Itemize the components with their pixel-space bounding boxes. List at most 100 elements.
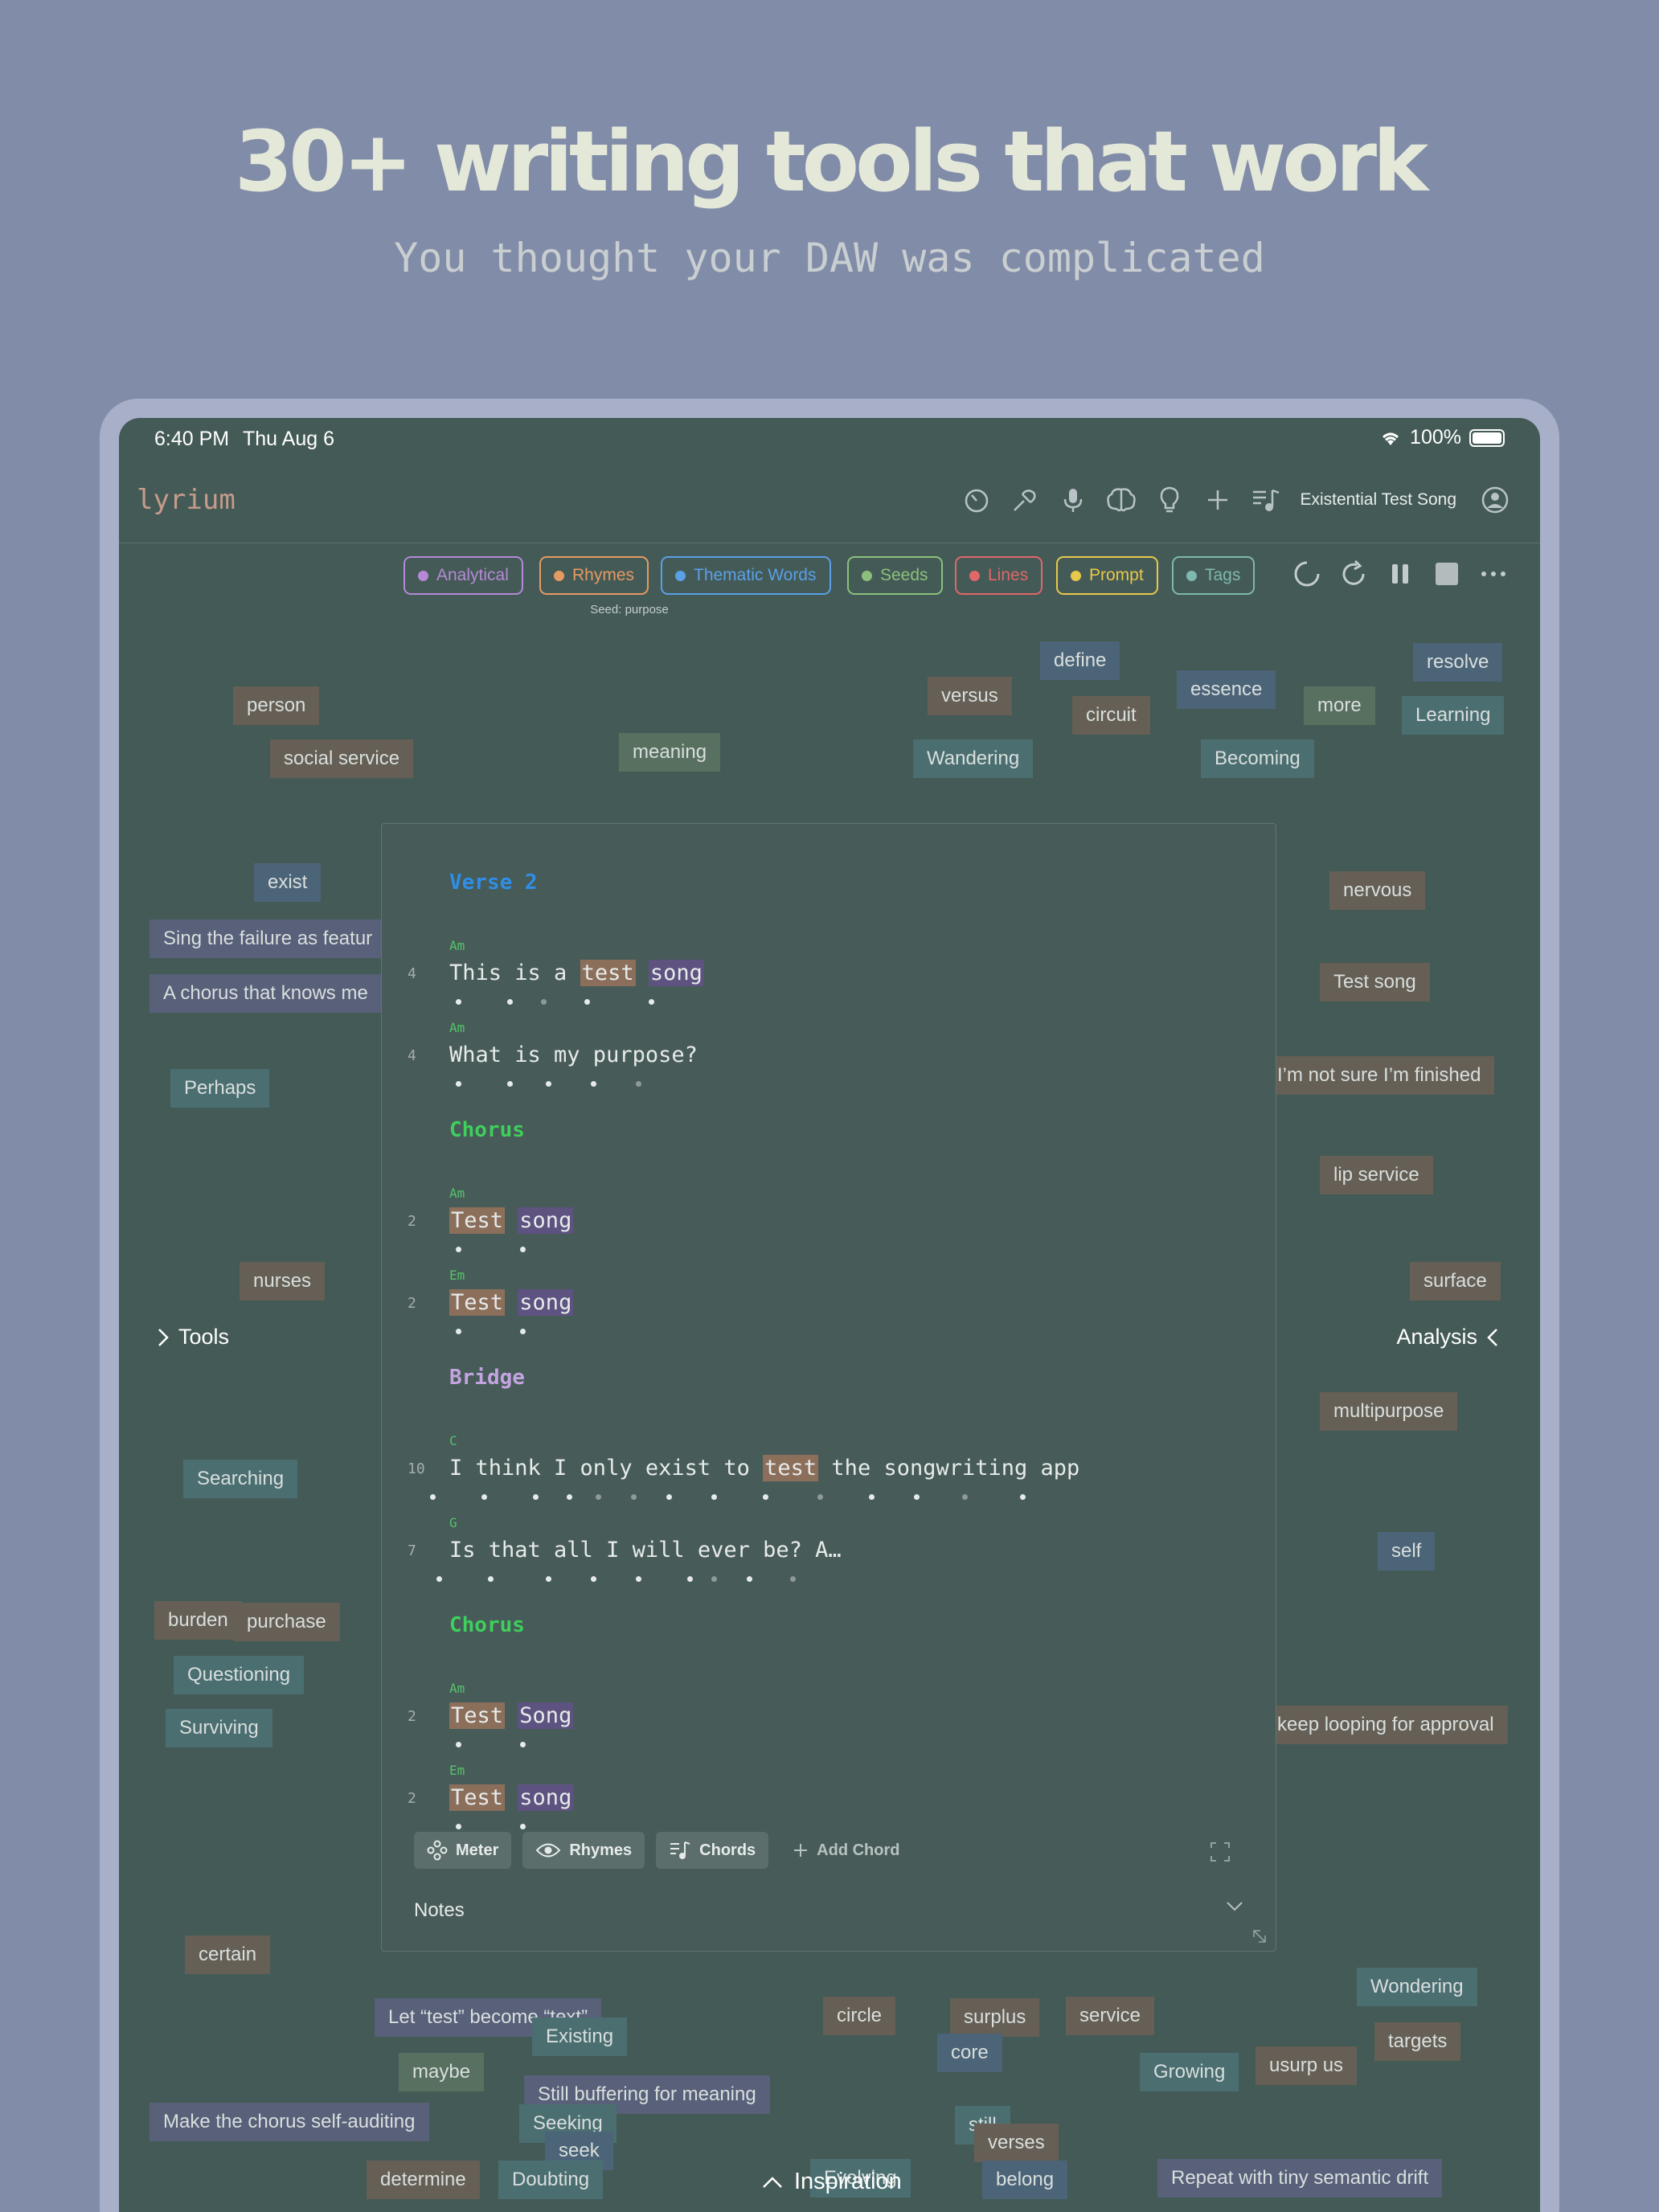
song-title[interactable]: Existential Test Song	[1300, 490, 1456, 510]
timer-icon[interactable]	[961, 484, 993, 516]
profile-icon[interactable]	[1479, 484, 1511, 516]
inspiration-word[interactable]: circuit	[1072, 696, 1150, 735]
inspiration-word[interactable]: resolve	[1413, 643, 1503, 682]
inspiration-word[interactable]: lip service	[1320, 1156, 1433, 1194]
highlighted-word[interactable]: Test	[449, 1784, 506, 1811]
highlighted-word[interactable]: test	[580, 960, 636, 986]
inspiration-word[interactable]: social service	[270, 739, 414, 778]
inspiration-word[interactable]: A chorus that knows me	[150, 974, 382, 1013]
section-title[interactable]: Verse 2	[449, 870, 538, 895]
chords-button[interactable]: Chords	[656, 1832, 769, 1869]
inspiration-word[interactable]: determine	[367, 2161, 480, 2199]
inspiration-word[interactable]: purchase	[233, 1603, 340, 1641]
inspiration-word[interactable]: certain	[185, 1936, 271, 1974]
inspiration-word[interactable]: circle	[823, 1997, 896, 2035]
meter-button[interactable]: Meter	[414, 1832, 512, 1869]
inspiration-word[interactable]: I’m not sure I’m finished	[1264, 1056, 1495, 1095]
tools-toggle[interactable]: Tools	[156, 1325, 229, 1350]
lyric-line[interactable]: Test song	[449, 1289, 574, 1316]
plus-icon[interactable]	[1202, 484, 1234, 516]
highlighted-word[interactable]: test	[763, 1455, 819, 1481]
rhymes-button[interactable]: Rhymes	[522, 1832, 645, 1869]
lyric-editor[interactable]: Verse 2 Chorus Bridge Chorus Am 4 This is a te…	[381, 823, 1276, 1952]
lyric-line[interactable]: Test Song	[449, 1702, 574, 1729]
inspiration-word[interactable]: Make the chorus self-auditing	[150, 2103, 429, 2141]
chord-label[interactable]: Em	[449, 1268, 465, 1283]
notes-label[interactable]: Notes	[414, 1899, 465, 1922]
inspiration-word[interactable]: Doubting	[498, 2161, 604, 2199]
more-icon[interactable]	[1479, 559, 1508, 588]
inspiration-word[interactable]: surplus	[950, 1998, 1040, 2037]
highlighted-word[interactable]: Test	[449, 1702, 506, 1729]
inspiration-word[interactable]: Growing	[1140, 2053, 1239, 2091]
inspiration-word[interactable]: more	[1304, 686, 1375, 725]
inspiration-word[interactable]: meaning	[619, 733, 721, 772]
inspiration-word[interactable]: person	[233, 686, 320, 725]
lyric-line[interactable]: Test song	[449, 1784, 574, 1811]
inspiration-word[interactable]: Perhaps	[170, 1069, 270, 1108]
inspiration-word[interactable]: self	[1378, 1532, 1436, 1571]
inspiration-word[interactable]: Sing the failure as featur	[150, 920, 387, 958]
lyric-line[interactable]: This is a test song	[449, 960, 704, 986]
inspiration-word[interactable]: Repeat with tiny semantic drift	[1157, 2159, 1443, 2198]
add-chord-button[interactable]: Add Chord	[780, 1832, 912, 1869]
chord-label[interactable]: Em	[449, 1763, 465, 1778]
tuning-fork-icon[interactable]	[1009, 484, 1041, 516]
inspiration-word[interactable]: Wandering	[913, 739, 1034, 778]
highlighted-word[interactable]: song	[518, 1784, 574, 1811]
inspiration-word[interactable]: versus	[928, 677, 1012, 715]
lyric-line[interactable]: What is my purpose?	[449, 1043, 698, 1067]
inspiration-word[interactable]: Becoming	[1201, 739, 1314, 778]
inspiration-word[interactable]: usurp us	[1256, 2046, 1358, 2085]
chord-label[interactable]: Am	[449, 1186, 465, 1201]
chord-label[interactable]: G	[449, 1515, 457, 1530]
inspiration-word[interactable]: Existing	[532, 2017, 628, 2056]
analysis-toggle[interactable]: Analysis	[1396, 1325, 1500, 1350]
stop-icon[interactable]	[1432, 559, 1461, 588]
inspiration-word[interactable]: Questioning	[174, 1656, 305, 1694]
inspiration-word[interactable]: keep looping for approval	[1264, 1706, 1508, 1744]
filter-chip-rhymes[interactable]: Rhymes	[539, 556, 649, 595]
inspiration-word[interactable]: verses	[974, 2124, 1059, 2162]
inspiration-word[interactable]: Surviving	[166, 1709, 272, 1747]
filter-chip-tags[interactable]: Tags	[1172, 556, 1256, 595]
filter-chip-thematic-words[interactable]: Thematic Words	[661, 556, 831, 595]
inspiration-word[interactable]: multipurpose	[1320, 1392, 1458, 1431]
highlighted-word[interactable]: Song	[518, 1702, 574, 1729]
brain-icon[interactable]	[1105, 484, 1137, 516]
inspiration-word[interactable]: service	[1066, 1997, 1155, 2035]
inspiration-word[interactable]: core	[937, 2034, 1002, 2072]
section-title[interactable]: Chorus	[449, 1613, 525, 1637]
pause-icon[interactable]	[1386, 559, 1415, 588]
filter-chip-prompt[interactable]: Prompt	[1056, 556, 1158, 595]
inspiration-word[interactable]: exist	[254, 863, 322, 902]
section-title[interactable]: Bridge	[449, 1366, 525, 1390]
inspiration-word[interactable]: nervous	[1329, 871, 1426, 910]
inspiration-toggle[interactable]: Inspiration	[762, 2169, 902, 2195]
microphone-icon[interactable]	[1057, 484, 1089, 516]
highlighted-word[interactable]: song	[518, 1207, 574, 1234]
lyric-line[interactable]: I think I only exist to test the songwri…	[449, 1455, 1079, 1481]
inspiration-word[interactable]: targets	[1374, 2022, 1461, 2061]
chevron-down-icon[interactable]	[1226, 1901, 1243, 1912]
fullscreen-icon[interactable]	[1210, 1841, 1231, 1862]
inspiration-word[interactable]: essence	[1177, 670, 1276, 709]
filter-chip-lines[interactable]: Lines	[955, 556, 1043, 595]
inspiration-word[interactable]: Searching	[183, 1460, 298, 1498]
inspiration-word[interactable]: define	[1040, 641, 1120, 680]
highlighted-word[interactable]: song	[648, 960, 704, 986]
filter-chip-analytical[interactable]: Analytical	[403, 556, 523, 595]
inspiration-word[interactable]: Learning	[1402, 696, 1505, 735]
filter-chip-seeds[interactable]: Seeds	[847, 556, 943, 595]
inspiration-word[interactable]: Test song	[1320, 963, 1430, 1002]
inspiration-word[interactable]: belong	[982, 2161, 1068, 2199]
resize-handle-icon[interactable]	[1251, 1928, 1268, 1944]
chord-label[interactable]: Am	[449, 1681, 465, 1696]
lyric-line[interactable]: Test song	[449, 1207, 574, 1234]
chord-label[interactable]: Am	[449, 938, 465, 953]
music-list-icon[interactable]	[1250, 484, 1282, 516]
highlighted-word[interactable]: Test	[449, 1289, 506, 1316]
highlighted-word[interactable]: Test	[449, 1207, 506, 1234]
lightbulb-icon[interactable]	[1153, 484, 1186, 516]
inspiration-word[interactable]: surface	[1410, 1262, 1501, 1301]
